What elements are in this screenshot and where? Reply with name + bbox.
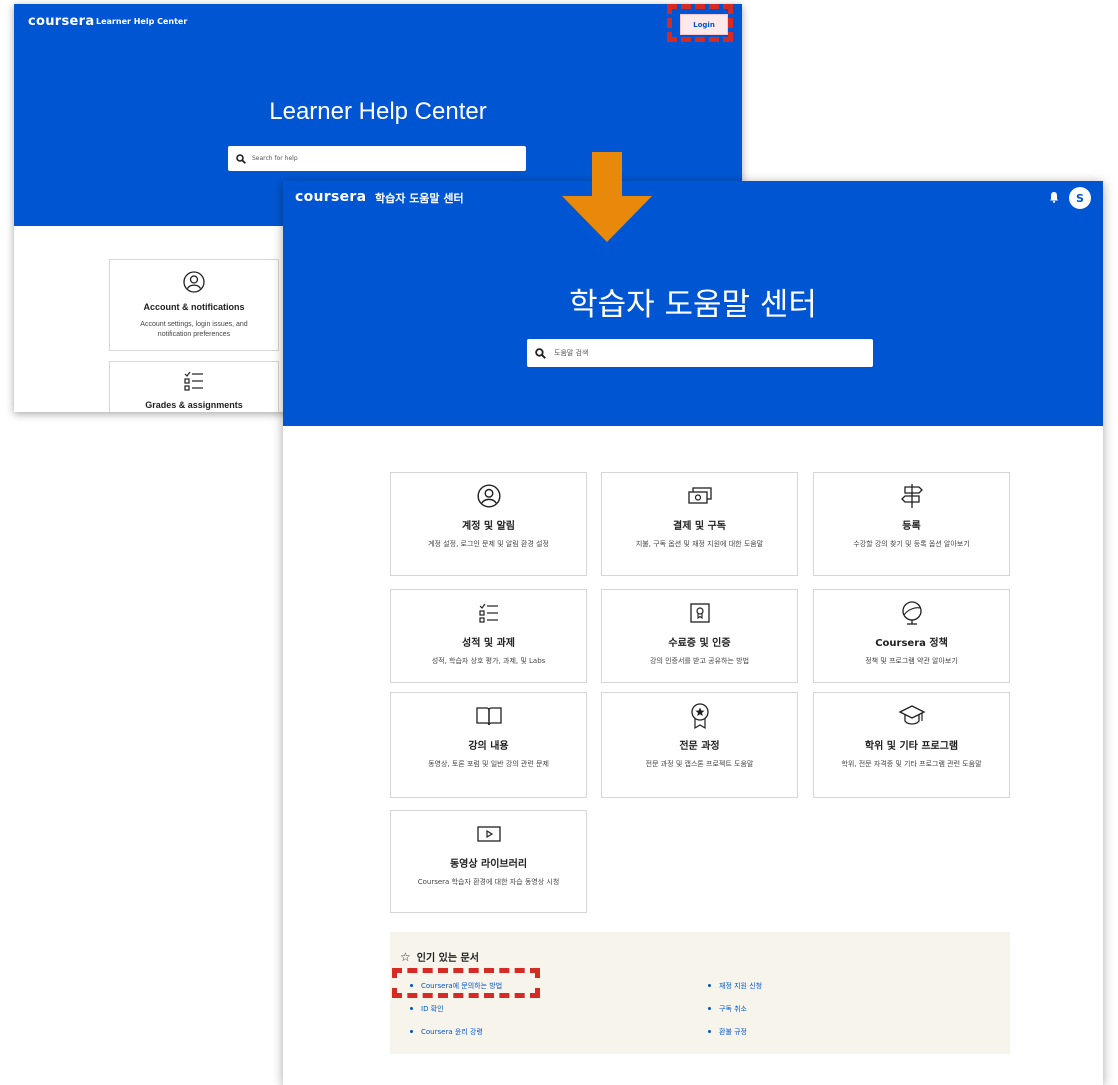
- popular-list-right: 재정 지원 신청 구독 취소 환불 규정: [708, 974, 762, 1043]
- category-card-certificates[interactable]: 수료증 및 인증 강의 인증서를 받고 공유하는 방법: [601, 589, 798, 683]
- certificate-icon: [602, 600, 797, 626]
- category-card-grades[interactable]: 성적 및 과제 성적, 학습자 상호 평가, 과제, 및 Labs: [390, 589, 587, 683]
- money-icon: [602, 483, 797, 509]
- user-circle-icon: [391, 483, 586, 509]
- search-icon: [236, 153, 246, 164]
- signpost-icon: [814, 483, 1009, 509]
- globe-icon: [814, 600, 1009, 626]
- card-description: 강의 인증서를 받고 공유하는 방법: [649, 657, 750, 665]
- login-highlight-box: [667, 4, 733, 42]
- hero-banner: coursera 학습자 도움말 센터 S 학습자 도움말 센터 도움말 검색: [283, 181, 1103, 426]
- popular-article-link[interactable]: 환불 규정: [708, 1020, 762, 1043]
- card-title: 수료증 및 인증: [668, 638, 731, 649]
- card-title: 학위 및 기타 프로그램: [864, 741, 959, 752]
- award-icon: [602, 703, 797, 730]
- page-title: 학습자 도움말 센터: [569, 287, 817, 323]
- arrow-down-icon: [562, 152, 652, 242]
- search-input[interactable]: Search for help: [228, 146, 526, 171]
- card-description: 정책 및 프로그램 약관 알아보기: [865, 657, 958, 665]
- help-center-link[interactable]: Learner Help Center: [96, 17, 187, 26]
- bell-icon[interactable]: [1049, 191, 1059, 203]
- card-title: 강의 내용: [468, 741, 509, 752]
- korean-help-center-window: coursera 학습자 도움말 센터 S 학습자 도움말 센터 도움말 검색 …: [283, 181, 1103, 1085]
- card-description: 학위, 전문 자격증 및 기타 프로그램 관련 도움말: [841, 760, 982, 768]
- category-card-account[interactable]: Account & notifications Account settings…: [109, 259, 279, 351]
- card-title: Account & notifications: [143, 302, 245, 312]
- page-title: Learner Help Center: [269, 98, 487, 125]
- video-play-icon: [391, 821, 586, 847]
- avatar[interactable]: S: [1069, 187, 1091, 209]
- card-description: 지불, 구독 옵션 및 재정 지원에 대한 도움말: [635, 540, 764, 548]
- category-card-specializations[interactable]: 전문 과정 전문 과정 및 캡스톤 프로젝트 도움말: [601, 692, 798, 798]
- search-icon: [535, 347, 546, 359]
- user-circle-icon: [110, 270, 278, 298]
- category-card-grades[interactable]: Grades & assignments: [109, 361, 279, 412]
- star-icon: ☆: [400, 949, 411, 964]
- category-card-video-library[interactable]: 동영상 라이브러리 Coursera 학습자 환경에 대한 자습 동영상 시청: [390, 810, 587, 913]
- search-placeholder: Search for help: [252, 155, 298, 162]
- popular-heading: ☆ 인기 있는 문서: [400, 949, 479, 965]
- category-card-enrollment[interactable]: 등록 수강할 강의 찾기 및 등록 옵션 알아보기: [813, 472, 1010, 576]
- category-card-degrees[interactable]: 학위 및 기타 프로그램 학위, 전문 자격증 및 기타 프로그램 관련 도움말: [813, 692, 1010, 798]
- card-description: 수강할 강의 찾기 및 등록 옵션 알아보기: [853, 540, 970, 548]
- checklist-icon: [391, 600, 586, 626]
- category-card-payments[interactable]: 결제 및 구독 지불, 구독 옵션 및 재정 지원에 대한 도움말: [601, 472, 798, 576]
- book-icon: [391, 703, 586, 729]
- card-title: 결제 및 구독: [673, 521, 726, 532]
- card-description: 동영상, 토론 포럼 및 일반 강의 관련 문제: [428, 760, 549, 768]
- coursera-logo[interactable]: coursera: [28, 14, 94, 29]
- popular-article-link[interactable]: Coursera 윤리 강령: [410, 1020, 502, 1043]
- card-description: 전문 과정 및 캡스톤 프로젝트 도움말: [645, 760, 754, 768]
- card-title: 동영상 라이브러리: [449, 859, 528, 870]
- popular-heading-label: 인기 있는 문서: [416, 953, 479, 964]
- popular-article-link[interactable]: 재정 지원 신청: [708, 974, 762, 997]
- card-title: Grades & assignments: [145, 400, 243, 410]
- card-title: 계정 및 알림: [462, 521, 515, 532]
- search-placeholder: 도움말 검색: [554, 349, 589, 357]
- canvas: coursera Learner Help Center Login Learn…: [0, 0, 1118, 1085]
- card-description: Coursera 학습자 환경에 대한 자습 동영상 시청: [417, 878, 560, 886]
- coursera-logo[interactable]: coursera: [295, 189, 366, 205]
- graduation-cap-icon: [814, 703, 1009, 729]
- card-description: 계정 설정, 로그인 문제 및 알림 환경 설정: [428, 540, 549, 548]
- search-input[interactable]: 도움말 검색: [527, 339, 873, 367]
- popular-article-link[interactable]: 구독 취소: [708, 997, 762, 1020]
- popular-article-link[interactable]: ID 확인: [410, 997, 502, 1020]
- article-highlight-box: [392, 968, 540, 998]
- card-title: 성적 및 과제: [462, 638, 515, 649]
- card-description: 성적, 학습자 상호 평가, 과제, 및 Labs: [431, 657, 546, 665]
- checklist-icon: [110, 370, 278, 396]
- card-title: Coursera 정책: [875, 638, 948, 649]
- category-card-account[interactable]: 계정 및 알림 계정 설정, 로그인 문제 및 알림 환경 설정: [390, 472, 587, 576]
- category-card-policies[interactable]: Coursera 정책 정책 및 프로그램 약관 알아보기: [813, 589, 1010, 683]
- card-description: Account settings, login issues, and noti…: [140, 321, 248, 338]
- card-title: 전문 과정: [679, 741, 720, 752]
- help-center-link[interactable]: 학습자 도움말 센터: [375, 190, 464, 206]
- category-card-course-content[interactable]: 강의 내용 동영상, 토론 포럼 및 일반 강의 관련 문제: [390, 692, 587, 798]
- card-title: 등록: [902, 521, 921, 532]
